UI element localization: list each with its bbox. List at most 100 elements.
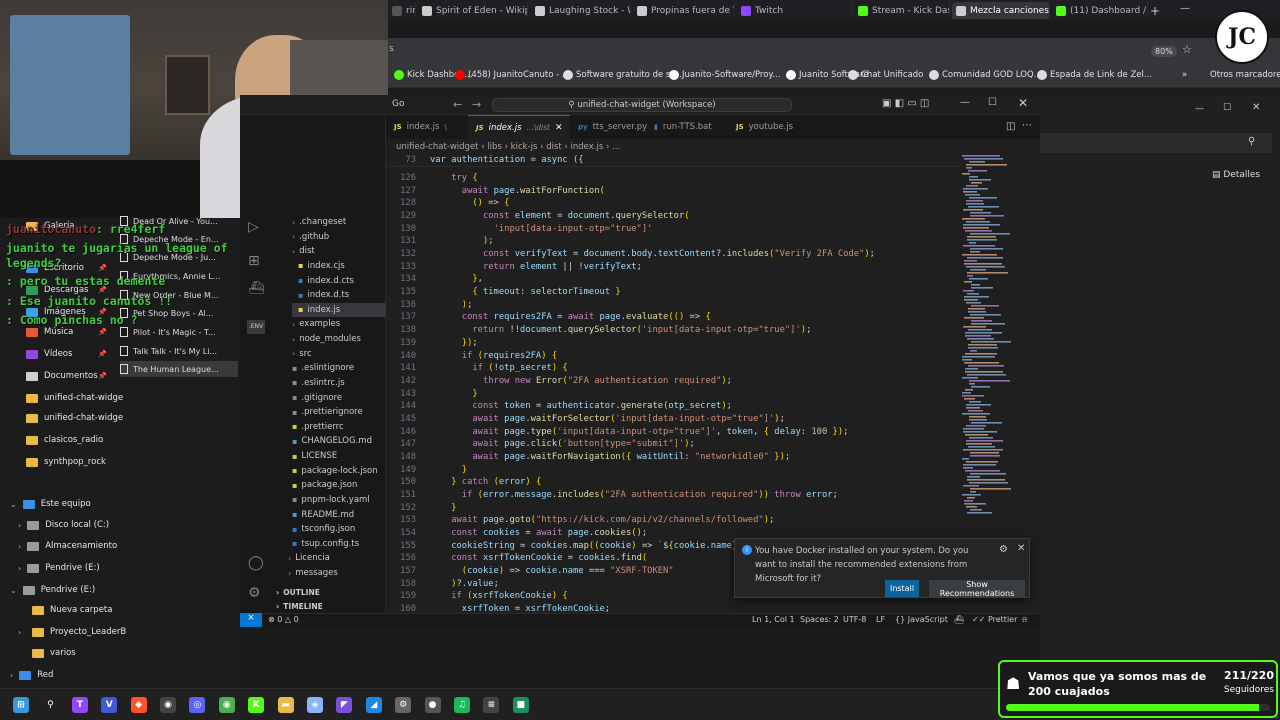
sticky-scroll[interactable]: 73 var authentication = async ({ [386,155,960,167]
nav-item-9[interactable]: clasicos_radio [26,430,103,450]
browser-tab[interactable]: Spirit of Eden - Wikip [418,2,528,19]
file-explorer-icon[interactable]: ▬ [277,697,294,713]
nav-item-6[interactable]: Documentos 📌 [26,366,107,386]
window-minimize-icon[interactable]: — [960,97,970,108]
tree-item[interactable]: ▪ .eslintrc.js [292,376,345,390]
bg-maximize-icon[interactable]: ☐ [1223,103,1231,113]
obs-icon[interactable]: ◉ [160,697,176,713]
tree-item[interactable]: ▪ index.js [292,302,386,317]
cursor-position[interactable]: Ln 1, Col 1 [752,615,795,624]
minimize-browser-icon[interactable]: — [1180,3,1190,14]
tree-item[interactable]: ▪ .prettierrc [292,420,344,434]
code-line[interactable]: await page.waitForFunction( [430,186,605,196]
tree-item[interactable]: › Licencia [288,551,330,565]
visual-studio-icon[interactable]: ◤ [336,697,353,713]
docker-icon[interactable]: ⛴ [248,281,265,296]
code-line[interactable]: xsrfToken = xsrfTokenCookie; [430,604,610,613]
nav-item-5[interactable]: Vídeos 📌 [26,344,107,364]
tree-item[interactable]: ▪ README.md [292,508,354,522]
kick-icon[interactable]: K [248,697,265,713]
remote-indicator-icon[interactable]: ⨯ [240,613,262,627]
tree-item[interactable]: ▪ index.cjs [298,259,345,273]
breadcrumb[interactable]: unified-chat-widget › libs › kick-js › d… [386,139,1040,155]
tree-item[interactable]: › node_modules [292,332,361,346]
nav-item-7[interactable]: unified-chat-widge [26,388,123,408]
menu-go[interactable]: Go [392,99,404,109]
code-line[interactable]: ); [430,300,473,310]
drive-item[interactable]: › Pendrive (E:) [18,558,100,578]
app-icon[interactable]: ■ [512,697,529,713]
docker-status-icon[interactable]: ⛴ [954,615,964,624]
split-editor-icon[interactable]: ◫ [1006,121,1015,132]
minimap[interactable] [960,155,1030,525]
back-arrow-icon[interactable]: ← [453,98,462,111]
other-bookmarks[interactable]: Otros marcadores [1210,70,1280,80]
code-line[interactable]: 'input[data-input-otp="true"]' [430,224,653,234]
code-line[interactable]: ); [430,236,494,246]
network-item[interactable]: › Red [10,665,53,685]
tree-item[interactable]: ▪ package.json [292,478,357,492]
tree-item[interactable]: ▪ .prettierignore [292,405,363,419]
pendrive-folder[interactable]: Nueva carpeta [18,600,112,620]
language-mode[interactable]: {} JavaScript [895,615,948,624]
tree-item[interactable]: › dist [292,244,315,258]
prettier-status[interactable]: ✓✓ Prettier [972,615,1017,624]
tree-item[interactable]: ▪ index.d.ts [298,288,349,302]
editor-tab[interactable]: ▮ run-TTS.bat [646,115,725,139]
code-line[interactable]: if (!otp_secret) { [430,363,567,373]
vscode-icon[interactable]: ◢ [365,697,382,713]
code-line[interactable]: await page.waitForSelector('input[data-i… [430,414,785,424]
code-line[interactable]: const xsrfTokenCookie = cookies.find( [430,553,647,563]
code-line[interactable]: } [430,503,456,513]
discord-icon[interactable]: ◎ [189,697,206,713]
code-line[interactable]: } [430,389,477,399]
tree-item[interactable]: ▪ index.d.cts [298,274,354,288]
indentation[interactable]: Spaces: 2 [800,615,839,624]
cube-icon[interactable]: ◈ [307,697,323,713]
notification-close-icon[interactable]: ✕ [1017,543,1025,554]
line-ending[interactable]: LF [876,615,885,624]
bookmark-item[interactable]: Espada de Link de Zel... [1037,70,1152,80]
chrome-icon[interactable]: ◉ [218,697,235,713]
tab-close-icon[interactable]: ✕ [555,123,563,133]
tree-item[interactable]: ▪ LICENSE [292,449,337,463]
code-line[interactable]: throw new Error("2FA authentication requ… [430,376,732,386]
editor-tab[interactable]: JS index.js ...\dist ✕ [468,115,571,139]
layout-icons[interactable]: ▣ ◧ ▭ ◫ [882,98,929,109]
tree-item[interactable]: › examples [292,317,340,331]
run-debug-icon[interactable]: ▷ [248,219,259,235]
timeline-section[interactable]: › TIMELINE [276,599,323,613]
code-line[interactable]: await page.click('button[type="submit"]'… [430,439,694,449]
bookmark-item[interactable]: (458) JuanitoCanuto - ... [455,70,570,80]
pendrive-folder[interactable]: › Proyecto_LeaderB [18,622,126,642]
bg-search-box[interactable]: ⚲ [1040,133,1272,153]
code-line[interactable]: }); [430,338,478,348]
bookmark-item[interactable]: Juanito-Software/Proy... [669,70,780,80]
browser-tab[interactable]: Stream - Kick Dashbo [854,2,950,19]
tree-item[interactable]: › .changeset [292,215,346,229]
code-line[interactable]: const element = document.querySelector( [430,211,690,221]
code-line[interactable]: const requires2FA = await page.evaluate(… [430,312,711,322]
code-line[interactable]: }, [430,274,483,284]
list-icon[interactable]: ≡ [483,697,500,713]
bg-close-icon[interactable]: ✕ [1252,102,1260,113]
code-line[interactable]: try { [430,173,477,183]
code-line[interactable]: () => { [430,198,509,208]
notifications-bell-icon[interactable]: ⍾ [1022,615,1027,625]
drive-item[interactable]: › Almacenamiento [18,536,117,556]
editor-tab[interactable]: JS index.js \ [386,115,455,139]
notification-settings-icon[interactable]: ⚙ [999,544,1008,555]
spotify-icon[interactable]: ♫ [454,697,470,713]
brave-icon[interactable]: ◆ [130,697,147,713]
bookmark-item[interactable]: Chat Unificado [848,70,923,80]
bookmark-item[interactable]: Comunidad GOD LOQ... [929,70,1042,80]
code-line[interactable]: const cookies = await page.cookies(); [430,528,647,538]
zoom-badge[interactable]: 80% [1151,46,1177,57]
tree-item[interactable]: › messages [288,566,338,580]
tree-item[interactable]: ▪ .gitignore [292,391,342,405]
star-icon[interactable]: ☆ [1182,43,1192,56]
browser-tab[interactable]: Propinas fuera de Twi [633,2,735,19]
browser-tab[interactable]: Twitch [737,2,852,19]
code-line[interactable]: } catch (error) { [430,477,541,487]
nav-item-10[interactable]: synthpop_rock [26,452,106,472]
